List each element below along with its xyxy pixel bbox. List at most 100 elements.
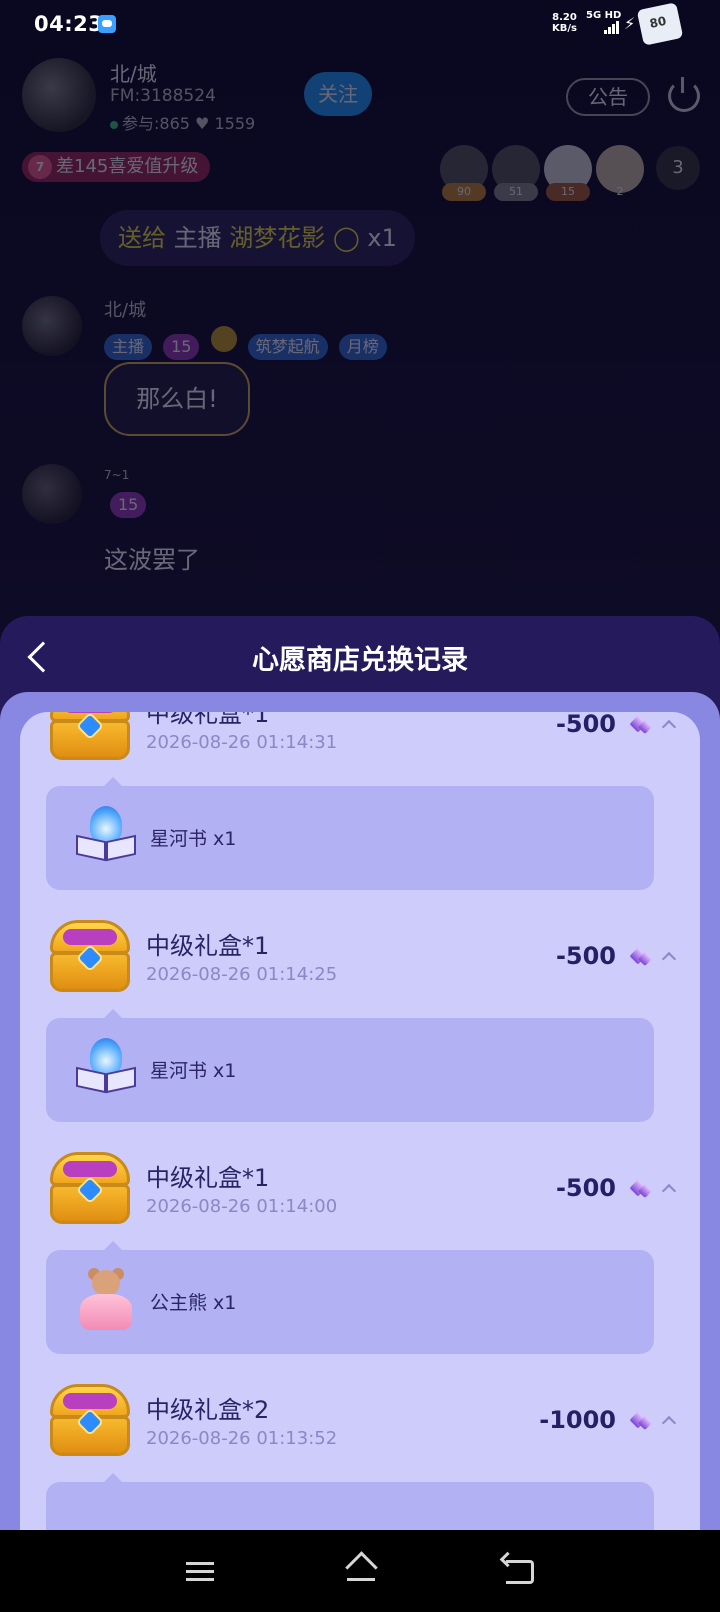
record-item[interactable]: 中级礼盒*1 2026-08-26 01:14:31 -500 星河书 x1	[20, 712, 700, 928]
online-count[interactable]: 3	[656, 146, 700, 190]
monthly-rank-tag: 月榜	[338, 334, 387, 360]
status-time: 04:23	[34, 12, 104, 36]
system-nav-bar	[0, 1530, 720, 1612]
rank-avatar[interactable]: 2	[596, 145, 644, 198]
rank-badge: 2	[616, 185, 624, 198]
network-speed-value: 8.20	[552, 12, 577, 23]
love-level-text: 差145喜爱值升级	[56, 156, 199, 177]
host-avatar	[22, 58, 96, 132]
back-nav-icon[interactable]	[506, 1560, 534, 1584]
gift-target: 湖梦花影	[229, 224, 326, 252]
rank-avatar[interactable]: 90	[440, 145, 488, 201]
host-name: 北/城	[110, 62, 157, 86]
battery-icon: 80	[636, 2, 684, 46]
star-river-book-icon	[74, 804, 138, 868]
record-detail: 星河书 x1	[46, 1009, 654, 1122]
record-amount: -1000	[539, 1406, 616, 1434]
gift-box-icon	[46, 1384, 134, 1458]
gift-icon: ◯	[332, 224, 360, 252]
detail-item-label: 星河书 x1	[150, 828, 237, 850]
chat-bubble: 这波罢了	[104, 546, 200, 574]
follow-button[interactable]: 关注	[304, 72, 372, 116]
fleet-tag: 筑梦起航	[247, 334, 328, 360]
gift-count: x1	[367, 224, 397, 252]
record-detail: 公主熊 x1	[46, 1241, 654, 1354]
record-list[interactable]: 中级礼盒*1 2026-08-26 01:14:31 -500 星河书 x1 中…	[20, 712, 700, 1536]
record-item[interactable]: 中级礼盒*1 2026-08-26 01:14:25 -500 星河书 x1	[20, 920, 700, 1160]
record-time: 2026-08-26 01:14:25	[146, 964, 338, 985]
gift-box-icon	[46, 712, 134, 762]
battery-level: 80	[648, 13, 668, 31]
menu-icon[interactable]	[186, 1562, 214, 1582]
power-icon[interactable]	[668, 77, 700, 112]
gift-message: 送给 主播 湖梦花影 ◯ x1	[100, 210, 415, 266]
love-level-badge[interactable]: 7 差145喜爱值升级	[22, 152, 211, 182]
star-river-book-icon	[74, 1036, 138, 1100]
record-amount: -500	[555, 1174, 616, 1202]
sheet-body: 中级礼盒*1 2026-08-26 01:14:31 -500 星河书 x1 中…	[0, 692, 720, 1536]
notice-button[interactable]: 公告	[566, 78, 650, 116]
app-notification-icon	[98, 15, 116, 33]
rank-badge: 15	[546, 183, 590, 201]
user-avatar[interactable]	[22, 464, 82, 524]
likes-count: 1559	[214, 114, 256, 133]
live-room-background: 北/城 FM:3188524 参与:865 ♥ 1559 关注 公告 7 差145…	[0, 50, 720, 620]
signal-icon	[604, 20, 620, 34]
record-title: 中级礼盒*1	[146, 1164, 270, 1192]
crystal-icon	[628, 944, 654, 970]
user-name: 北/城	[104, 300, 147, 321]
home-icon[interactable]	[344, 1554, 378, 1584]
status-bar: 04:23 8.20 KB/s 5G HD ⚡ 80	[0, 0, 720, 50]
detail-item-label: 星河书 x1	[150, 1060, 237, 1082]
rank-badge: 51	[494, 183, 538, 201]
heart-icon: ♥	[195, 114, 215, 133]
love-level-number: 7	[28, 155, 52, 179]
record-amount: -500	[555, 712, 616, 738]
network-speed-unit: KB/s	[552, 23, 577, 34]
record-time: 2026-08-26 01:13:52	[146, 1428, 338, 1449]
rank-avatar[interactable]: 51	[492, 145, 540, 201]
sheet-header: 心愿商店兑换记录	[0, 616, 720, 696]
user-tags: 主播 15 筑梦起航 月榜	[104, 326, 393, 360]
host-tag: 主播	[104, 334, 153, 360]
user-avatar[interactable]	[22, 296, 82, 356]
gift-box-icon	[46, 1152, 134, 1226]
medal-icon	[210, 326, 237, 352]
princess-bear-icon	[74, 1268, 138, 1332]
host-stats: 参与:865 ♥ 1559	[110, 110, 255, 134]
detail-item-label: 公主熊 x1	[150, 1292, 237, 1314]
chevron-up-icon[interactable]	[661, 1183, 677, 1199]
record-item[interactable]: 中级礼盒*1 2026-08-26 01:14:00 -500 公主熊 x1	[20, 1152, 700, 1392]
chat-bubble: 那么白!	[104, 362, 250, 436]
record-title: 中级礼盒*2	[146, 1396, 270, 1424]
level-tag: 15	[110, 492, 147, 518]
record-detail: 星河书 x1	[46, 777, 654, 890]
participants-count: 参与:865	[122, 114, 190, 133]
host-fm-id: FM:3188524	[110, 86, 216, 106]
screen: 04:23 8.20 KB/s 5G HD ⚡ 80 北/城 FM:318852…	[0, 0, 720, 1612]
chevron-up-icon[interactable]	[661, 719, 677, 735]
crystal-icon	[628, 712, 654, 738]
record-detail	[46, 1473, 654, 1536]
record-title: 中级礼盒*1	[146, 932, 270, 960]
level-tag: 15	[163, 334, 200, 360]
record-title: 中级礼盒*1	[146, 712, 270, 728]
gift-prefix: 送给	[118, 224, 166, 252]
crystal-icon	[628, 1176, 654, 1202]
record-time: 2026-08-26 01:14:31	[146, 732, 338, 753]
charging-icon: ⚡	[624, 14, 636, 33]
rank-badge: 90	[442, 183, 486, 201]
record-time: 2026-08-26 01:14:00	[146, 1196, 338, 1217]
network-speed: 8.20 KB/s	[552, 12, 577, 34]
exchange-record-sheet: 心愿商店兑换记录 中级礼盒*1 2026-08-26 01:14:31 -500…	[0, 616, 720, 1536]
online-dot-icon	[110, 121, 118, 129]
record-item[interactable]: 中级礼盒*2 2026-08-26 01:13:52 -1000	[20, 1384, 700, 1536]
record-amount: -500	[555, 942, 616, 970]
chevron-up-icon[interactable]	[661, 1415, 677, 1431]
crystal-icon	[628, 1408, 654, 1434]
chevron-up-icon[interactable]	[661, 951, 677, 967]
sheet-title: 心愿商店兑换记录	[252, 645, 468, 676]
gift-role: 主播	[173, 224, 222, 252]
user-name: 7~1	[104, 468, 130, 482]
rank-avatar[interactable]: 15	[544, 145, 592, 201]
